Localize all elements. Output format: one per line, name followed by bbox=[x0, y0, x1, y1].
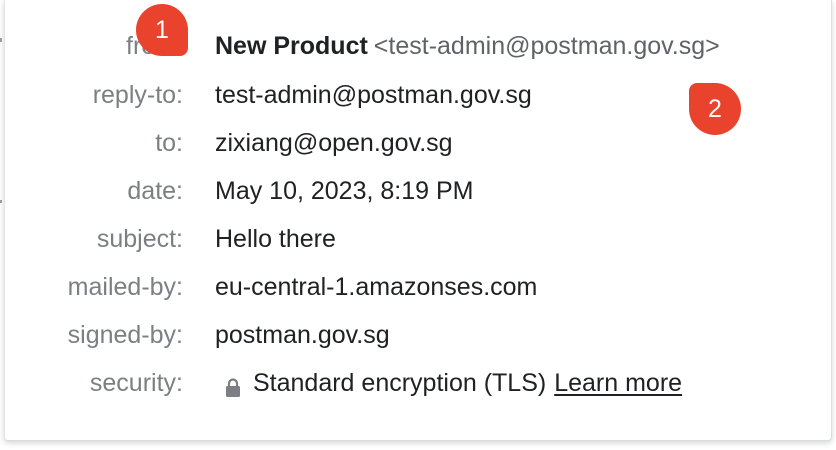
security-text: Standard encryption (TLS) bbox=[253, 369, 547, 397]
signed-by-label: signed-by: bbox=[67, 321, 183, 349]
mailed-by-value: eu-central-1.amazonses.com bbox=[215, 273, 538, 301]
lock-icon bbox=[225, 372, 241, 398]
sender-email[interactable]: <test-admin@postman.gov.sg> bbox=[374, 32, 720, 60]
annotation-marker-2: 2 bbox=[689, 83, 741, 135]
learn-more-link[interactable]: Learn more bbox=[554, 369, 682, 397]
date-value: May 10, 2023, 8:19 PM bbox=[215, 177, 474, 205]
mailed-by-label: mailed-by: bbox=[67, 273, 183, 301]
detail-row-from: from: New Product<test-admin@postman.gov… bbox=[5, 28, 825, 64]
security-label: security: bbox=[89, 369, 183, 397]
annotation-marker-1: 1 bbox=[136, 4, 188, 56]
email-details-screen: from: New Product<test-admin@postman.gov… bbox=[0, 0, 836, 450]
date-label: date: bbox=[127, 177, 183, 205]
to-label: to: bbox=[155, 129, 183, 157]
security-value: Standard encryption (TLS) Learn more bbox=[213, 365, 682, 401]
subject-value: Hello there bbox=[215, 225, 336, 253]
sender-name: New Product bbox=[215, 32, 368, 60]
detail-row-signed-by: signed-by: postman.gov.sg bbox=[5, 317, 825, 353]
to-value[interactable]: zixiang@open.gov.sg bbox=[215, 125, 453, 161]
subject-label: subject: bbox=[96, 225, 183, 253]
edge-mark bbox=[0, 200, 2, 203]
message-details-popup: from: New Product<test-admin@postman.gov… bbox=[4, 0, 832, 441]
detail-row-subject: subject: Hello there bbox=[5, 221, 825, 257]
edge-mark bbox=[0, 38, 2, 42]
from-value: New Product <test-admin@postman.gov.sg> bbox=[215, 28, 720, 64]
reply-to-label: reply-to: bbox=[92, 81, 183, 109]
detail-row-security: security: Standard encryption (TLS) Learn… bbox=[5, 365, 825, 401]
reply-to-value[interactable]: test-admin@postman.gov.sg bbox=[215, 77, 532, 113]
detail-row-mailed-by: mailed-by: eu-central-1.amazonses.com bbox=[5, 269, 825, 305]
signed-by-value: postman.gov.sg bbox=[215, 321, 390, 349]
detail-row-date: date: May 10, 2023, 8:19 PM bbox=[5, 173, 825, 209]
